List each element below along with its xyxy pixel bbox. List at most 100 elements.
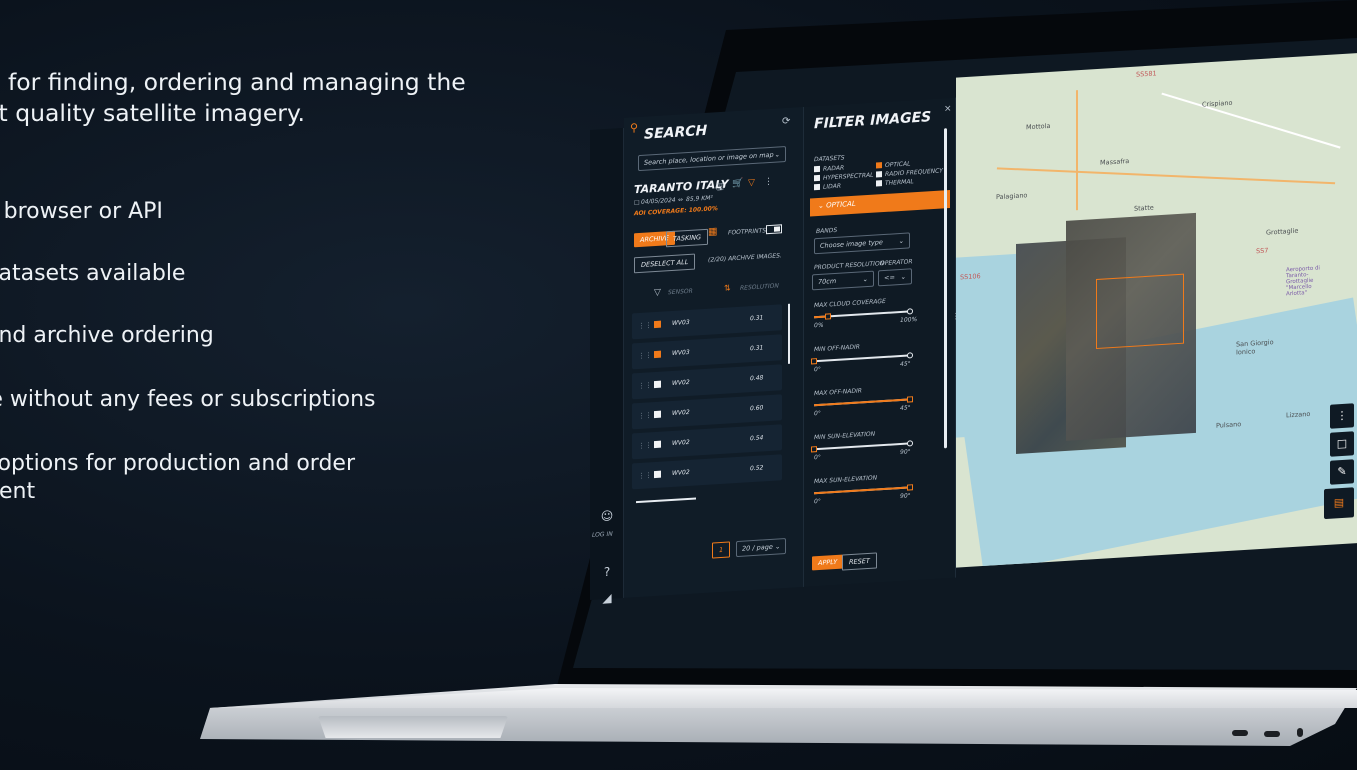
laptop-notch <box>318 716 508 738</box>
horizontal-scrollbar[interactable] <box>636 497 696 504</box>
operator-value: <= <box>884 273 895 283</box>
bands-placeholder: Choose image type <box>820 238 883 250</box>
row-sensor: WV02 <box>672 438 690 447</box>
range-slider[interactable] <box>811 352 913 365</box>
row-checkbox[interactable] <box>654 350 661 359</box>
slider-min-label: 0° <box>814 365 821 374</box>
table-row[interactable]: ⋮⋮ WV02 0.60 <box>632 394 782 430</box>
resolution-value: 70cm <box>818 276 837 287</box>
slider-handle[interactable] <box>907 396 913 403</box>
row-sensor: WV02 <box>672 408 690 417</box>
book-icon[interactable]: ▦ <box>708 226 717 238</box>
map-tool-icon[interactable]: ⋮ <box>1330 403 1354 429</box>
slider-handle[interactable] <box>907 484 913 491</box>
ruler-icon[interactable]: ✎ <box>1330 459 1354 485</box>
archive-count: (2/20) ARCHIVE IMAGES. <box>708 252 782 264</box>
tab-tasking[interactable]: TASKING <box>666 228 709 248</box>
drag-handle-icon[interactable]: ⋮⋮ <box>638 381 652 390</box>
operator-select[interactable]: <= ⌄ <box>878 268 912 287</box>
ruler-icon[interactable]: ◢ <box>597 590 617 606</box>
table-row[interactable]: ⋮⋮ WV03 0.31 <box>632 334 782 370</box>
toolbox-icon[interactable]: ▤ <box>1324 487 1354 520</box>
user-icon[interactable]: ☺ <box>597 508 617 524</box>
map-view[interactable]: SS581 Mottola Crispiano Massafra Palagia… <box>956 53 1357 568</box>
search-input[interactable]: Search place, location or image on map ⌄ <box>638 146 786 172</box>
drag-handle-icon[interactable]: ⋮⋮ <box>638 321 652 330</box>
col-sensor[interactable]: SENSOR <box>668 288 693 297</box>
drag-handle-icon[interactable]: ⋮⋮ <box>638 441 652 450</box>
page-number[interactable]: 1 <box>712 541 731 559</box>
table-row[interactable]: ⋮⋮ WV03 0.31 <box>632 304 782 340</box>
apply-button[interactable]: APPLY <box>812 554 844 571</box>
close-icon[interactable]: × <box>944 104 952 114</box>
help-icon[interactable]: ? <box>597 564 617 579</box>
range-slider[interactable] <box>814 308 913 320</box>
list-scrollbar[interactable] <box>788 303 790 364</box>
history-icon[interactable]: ⟳ <box>782 116 790 128</box>
drag-handle-icon[interactable]: ⋮⋮ <box>638 411 652 420</box>
table-row[interactable]: ⋮⋮ WV02 0.48 <box>632 364 782 400</box>
dataset-checkbox-thermal[interactable] <box>876 180 882 187</box>
range-slider[interactable] <box>814 396 913 407</box>
bands-select[interactable]: Choose image type ⌄ <box>814 232 910 255</box>
slider-fill <box>814 486 910 495</box>
filter-icon[interactable]: ▽ <box>748 178 755 188</box>
map-label: Grottaglie <box>1266 226 1299 237</box>
slider-end-handle[interactable] <box>907 440 913 447</box>
cart-icon[interactable]: 🛒 <box>732 179 743 190</box>
slider-max-label: 90° <box>900 492 911 501</box>
sort-icon[interactable]: ⇅ <box>724 283 731 292</box>
range-slider[interactable] <box>814 484 913 495</box>
search-panel: ⚲ SEARCH ⟳ Search place, location or ima… <box>624 106 804 598</box>
app-window: ☺ LOG IN ? ◢ ⚲ SEARCH ⟳ Search place, lo… <box>590 53 1357 630</box>
row-checkbox[interactable] <box>654 470 661 479</box>
map-label: Lizzano <box>1286 409 1311 420</box>
map-label: SS581 <box>1136 69 1157 79</box>
slider-handle[interactable] <box>825 313 832 320</box>
dataset-checkbox-optical[interactable] <box>876 162 882 169</box>
resolution-select[interactable]: 70cm ⌄ <box>812 270 874 291</box>
aoi-coverage: AOI COVERAGE: 100.00% <box>634 205 718 218</box>
filter-scrollbar[interactable] <box>944 128 947 449</box>
save-icon[interactable]: 🖫 <box>716 180 724 196</box>
feature-item: ve options for production and order <box>0 451 355 476</box>
login-label[interactable]: LOG IN <box>592 531 613 539</box>
slider-max-label: 100% <box>900 315 918 325</box>
row-checkbox[interactable] <box>654 410 661 419</box>
chevron-down-icon: ⌄ <box>900 272 906 282</box>
optical-section-header[interactable]: ⌄ OPTICAL <box>810 189 950 217</box>
slider-end-handle[interactable] <box>907 352 913 359</box>
drag-handle-icon[interactable]: ⋮⋮ <box>638 351 652 360</box>
drag-handle-icon[interactable]: ⋮⋮ <box>638 471 652 480</box>
row-resolution: 0.31 <box>750 344 764 353</box>
range-slider[interactable] <box>811 440 913 453</box>
row-checkbox[interactable] <box>654 440 661 449</box>
row-checkbox[interactable] <box>654 320 661 329</box>
row-checkbox[interactable] <box>654 380 661 389</box>
more-icon[interactable]: ⋮ <box>764 177 773 188</box>
per-page-select[interactable]: 20 / page ⌄ <box>736 537 787 558</box>
search-icon: ⚲ <box>630 121 639 135</box>
column-filter-icon[interactable]: ▽ <box>654 288 661 298</box>
reset-button[interactable]: RESET <box>842 552 877 571</box>
usb-port <box>1264 731 1280 737</box>
slider-handle[interactable] <box>811 446 817 453</box>
col-resolution[interactable]: RESOLUTION <box>740 282 779 291</box>
footprints-toggle[interactable] <box>766 224 782 235</box>
map-label: Statte <box>1134 203 1154 213</box>
dataset-checkbox-hyperspectral[interactable] <box>814 174 820 182</box>
dataset-checkbox-radio-frequency[interactable] <box>876 171 882 178</box>
draw-polygon-icon[interactable]: □ <box>1330 431 1354 457</box>
table-row[interactable]: ⋮⋮ WV02 0.52 <box>632 454 782 490</box>
map-road <box>996 167 1336 185</box>
dataset-checkbox-radar[interactable] <box>814 165 820 173</box>
deselect-all-button[interactable]: DESELECT ALL <box>634 253 696 274</box>
dataset-checkbox-lidar[interactable] <box>814 183 820 191</box>
slider-min-label: 0° <box>814 497 821 506</box>
footprints-label: FOOTPRINTS <box>728 227 767 237</box>
aoi-rectangle[interactable] <box>1096 273 1184 350</box>
chevron-down-icon: ⌄ <box>774 542 781 551</box>
slider-end-handle[interactable] <box>907 308 913 315</box>
slider-handle[interactable] <box>811 358 817 365</box>
table-row[interactable]: ⋮⋮ WV02 0.54 <box>632 424 782 460</box>
